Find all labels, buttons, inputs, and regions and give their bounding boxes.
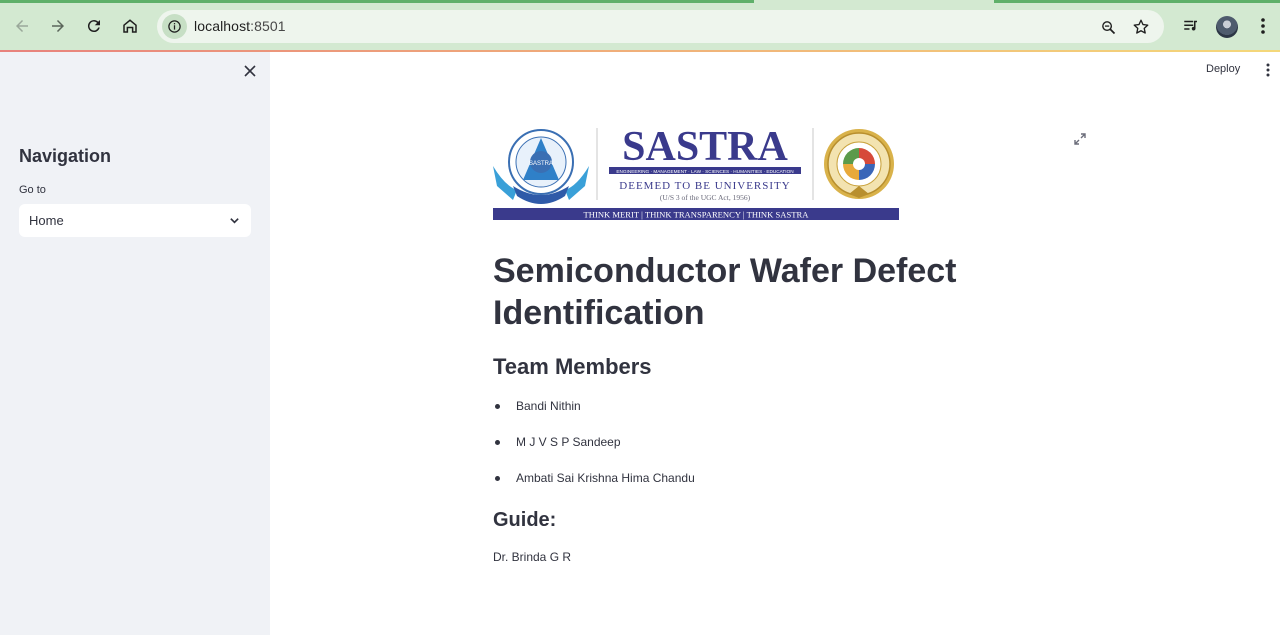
close-sidebar-icon[interactable]	[243, 64, 257, 78]
fullscreen-icon[interactable]	[1073, 132, 1087, 146]
list-item: Bandi Nithin	[493, 396, 695, 432]
page-select-value: Home	[29, 213, 64, 228]
right-seal-emblem	[824, 129, 894, 199]
sidebar: Navigation Go to Home	[0, 52, 270, 635]
menu-icon[interactable]	[1252, 15, 1274, 37]
forward-icon[interactable]	[46, 14, 70, 38]
sastra-logo: SASTRA SASTRA ENGINEERING · MANAGEMENT ·…	[493, 124, 899, 220]
goto-label: Go to	[19, 184, 46, 196]
logo-wordmark: SASTRA	[622, 124, 788, 170]
tab-strip-indicator-right	[994, 0, 1280, 3]
logo-act: (U/S 3 of the UGC Act, 1956)	[660, 193, 751, 202]
guide-name: Dr. Brinda G R	[493, 550, 572, 564]
team-members-list: Bandi Nithin M J V S P Sandeep Ambati Sa…	[493, 396, 695, 504]
browser-toolbar: localhost:8501	[0, 0, 1280, 52]
site-info-icon[interactable]	[162, 14, 187, 39]
back-icon[interactable]	[10, 14, 34, 38]
bookmark-star-icon[interactable]	[1131, 17, 1151, 37]
app-menu-icon[interactable]	[1263, 63, 1273, 77]
reload-icon[interactable]	[82, 14, 106, 38]
zoom-icon[interactable]	[1098, 17, 1118, 37]
list-item: Ambati Sai Krishna Hima Chandu	[493, 468, 695, 504]
list-item: M J V S P Sandeep	[493, 432, 695, 468]
url-text: localhost:8501	[194, 18, 286, 34]
logo-motto: THINK MERIT | THINK TRANSPARENCY | THINK…	[584, 210, 810, 220]
page-title: Semiconductor Wafer Defect Identificatio…	[493, 252, 957, 332]
page-select[interactable]: Home	[19, 204, 251, 237]
svg-text:SASTRA: SASTRA	[529, 161, 553, 167]
home-icon[interactable]	[118, 14, 142, 38]
address-bar[interactable]: localhost:8501	[157, 10, 1164, 43]
deploy-button[interactable]: Deploy	[1206, 63, 1240, 75]
url-port: :8501	[250, 18, 286, 34]
media-icon[interactable]	[1180, 15, 1202, 37]
tab-strip-indicator	[0, 0, 754, 3]
logo-tagline: ENGINEERING · MANAGEMENT · LAW · SCIENCE…	[616, 169, 793, 174]
team-members-heading: Team Members	[493, 354, 652, 379]
logo-deemed: DEEMED TO BE UNIVERSITY	[619, 180, 790, 192]
guide-heading: Guide:	[493, 509, 557, 531]
url-host: localhost	[194, 18, 251, 34]
profile-avatar[interactable]	[1216, 16, 1238, 38]
sidebar-title: Navigation	[19, 146, 112, 166]
left-emblem: SASTRA	[493, 129, 589, 204]
chevron-down-icon	[230, 218, 239, 224]
